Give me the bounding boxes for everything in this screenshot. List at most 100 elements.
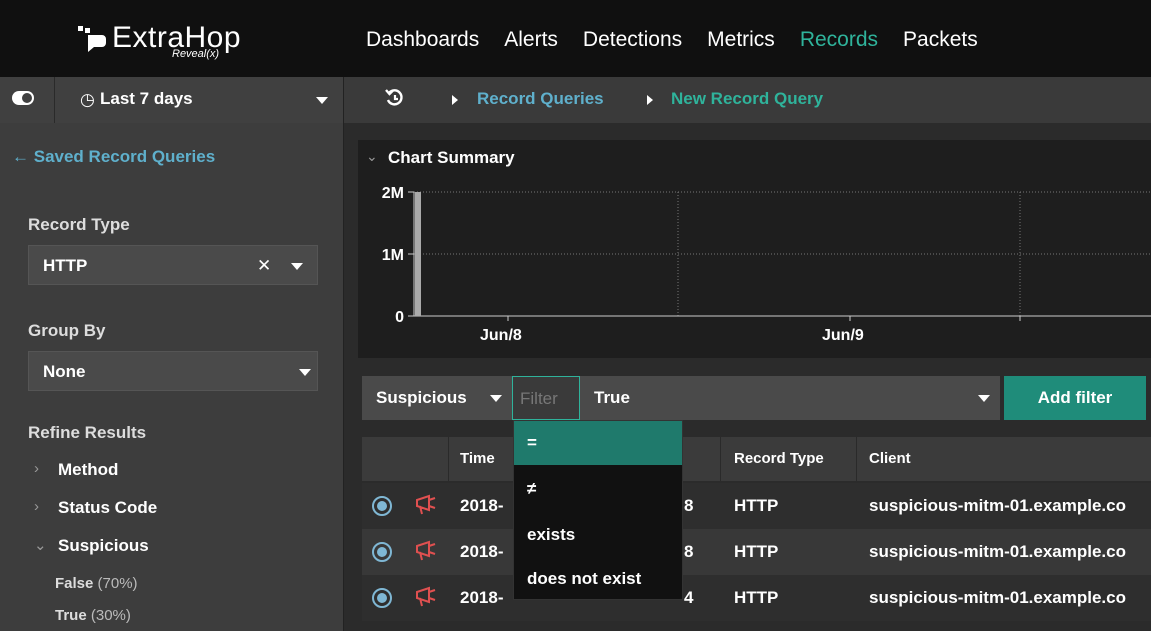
nav-dashboards[interactable]: Dashboards [366,22,479,58]
column-divider [448,437,449,481]
nav-alerts[interactable]: Alerts [504,22,558,58]
record-type-select[interactable]: HTTP ✕ [28,245,318,285]
chart-summary-panel: ⌄ Chart Summary 2M 1M 0 Jun/8 Jun/9 [358,140,1151,358]
extrahop-logo[interactable]: ExtraHop Reveal(x) [78,22,288,62]
group-by-label: Group By [28,321,106,340]
clear-icon[interactable]: ✕ [257,256,271,276]
record-type-label: Record Type [28,215,130,234]
detection-alert-icon[interactable] [414,494,438,516]
refine-status-code[interactable]: Status Code [58,498,157,518]
cell-client[interactable]: suspicious-mitm-01.example.co [869,496,1126,516]
cell-client[interactable]: suspicious-mitm-01.example.co [869,588,1126,608]
column-client[interactable]: Client [869,450,911,467]
cell-time-prefix: 2018- [460,496,504,515]
refine-results-label: Refine Results [28,423,147,442]
time-selector[interactable]: ◷ Last 7 days [0,77,344,123]
chevron-right-icon[interactable]: › [34,498,39,515]
table-row[interactable]: 2018- 8 HTTP suspicious-mitm-01.example.… [362,529,1151,575]
chart-bar [415,192,421,316]
toggle-switch-icon[interactable] [12,91,34,105]
cell-time-prefix: 2018- [460,542,504,561]
suspicious-true-label: True [55,607,87,624]
main-nav: Dashboards Alerts Detections Metrics Rec… [366,22,1003,58]
cell-record-type: HTTP [734,588,779,607]
operator-option-exists[interactable]: exists [514,513,682,557]
cell-client[interactable]: suspicious-mitm-01.example.co [869,542,1126,562]
nav-packets[interactable]: Packets [903,22,978,58]
chevron-down-icon [299,369,311,376]
nav-detections[interactable]: Detections [583,22,682,58]
filter-operator-input[interactable]: Filter [512,376,580,420]
cell-record-type: HTTP [734,496,779,515]
divider [54,77,55,123]
table-row[interactable]: 2018- 8 HTTP suspicious-mitm-01.example.… [362,483,1151,529]
y-tick-label: 1M [382,247,404,264]
operator-dropdown: = ≠ exists does not exist [513,420,683,600]
chevron-right-icon[interactable]: › [34,460,39,477]
cell-time-suffix: 8 [684,542,694,561]
breadcrumb-arrow-icon [452,95,458,105]
cell-time-prefix: 2018- [460,588,504,607]
suspicious-false-item[interactable]: False (70%) [55,575,138,592]
x-tick-label: Jun/9 [822,327,864,344]
logo-subtitle: Reveal(x) [172,48,220,60]
y-tick-label: 2M [382,185,404,202]
top-nav-bar: ExtraHop Reveal(x) Dashboards Alerts Det… [0,0,1151,77]
operator-option-label: ≠ [527,479,537,498]
saved-queries-label: Saved Record Queries [33,147,216,166]
extrahop-logo-icon [78,26,106,52]
breadcrumb-current: New Record Query [671,89,824,108]
chevron-down-icon[interactable]: ⌄ [34,536,47,554]
cell-record-type: HTTP [734,542,779,561]
query-sidebar: ← Saved Record Queries Record Type HTTP … [0,123,344,631]
record-icon[interactable] [372,588,392,608]
operator-option-label: exists [527,525,576,544]
secondary-bar: ◷ Last 7 days Record Queries New Record … [0,77,1151,123]
operator-option-not-equals[interactable]: ≠ [514,467,682,511]
operator-option-label: = [527,433,537,452]
y-tick-label: 0 [395,309,404,326]
column-time[interactable]: Time [460,450,495,467]
detection-alert-icon[interactable] [414,586,438,608]
group-by-select[interactable]: None [28,351,318,391]
add-filter-button[interactable]: Add filter [1004,376,1146,420]
group-by-value: None [43,362,86,381]
suspicious-false-label: False [55,575,94,592]
breadcrumb-record-queries[interactable]: Record Queries [477,89,604,109]
nav-records[interactable]: Records [800,22,878,58]
record-icon[interactable] [372,496,392,516]
arrow-left-icon: ← [12,147,29,166]
filter-operator-placeholder: Filter [520,389,558,408]
chevron-down-icon[interactable] [291,263,303,270]
record-icon[interactable] [372,542,392,562]
column-divider [856,437,857,481]
saved-queries-link[interactable]: ← Saved Record Queries [12,147,215,167]
operator-option-equals[interactable]: = [514,421,682,465]
chart-title: Chart Summary [388,148,515,167]
cell-time-suffix: 8 [684,496,694,515]
refine-suspicious[interactable]: Suspicious [58,536,149,556]
x-tick-label: Jun/8 [480,327,522,344]
filter-bar: Suspicious Filter True Add filter [362,376,1151,420]
column-divider [720,437,721,481]
column-record-type[interactable]: Record Type [734,450,824,467]
chevron-down-icon[interactable]: ⌄ [366,148,378,165]
history-icon[interactable] [385,87,405,115]
detection-alert-icon[interactable] [414,540,438,562]
history-svg [385,89,403,106]
table-header: Time Record Type Client [362,437,1151,481]
nav-metrics[interactable]: Metrics [707,22,775,58]
operator-option-label: does not exist [527,569,642,588]
chevron-down-icon [490,395,502,402]
chevron-down-icon [978,395,990,402]
filter-field-select[interactable]: Suspicious [362,376,512,420]
filter-value-select[interactable]: True [580,376,1000,420]
table-row[interactable]: 2018- 4 HTTP suspicious-mitm-01.example.… [362,575,1151,621]
refine-method[interactable]: Method [58,460,118,480]
operator-option-does-not-exist[interactable]: does not exist [514,557,682,601]
filter-field-value: Suspicious [376,388,467,407]
record-type-value: HTTP [43,256,88,275]
suspicious-true-item[interactable]: True (30%) [55,607,131,624]
chart-svg: 2M 1M 0 Jun/8 Jun/9 [382,185,1151,344]
time-range-label: Last 7 days [100,89,193,108]
